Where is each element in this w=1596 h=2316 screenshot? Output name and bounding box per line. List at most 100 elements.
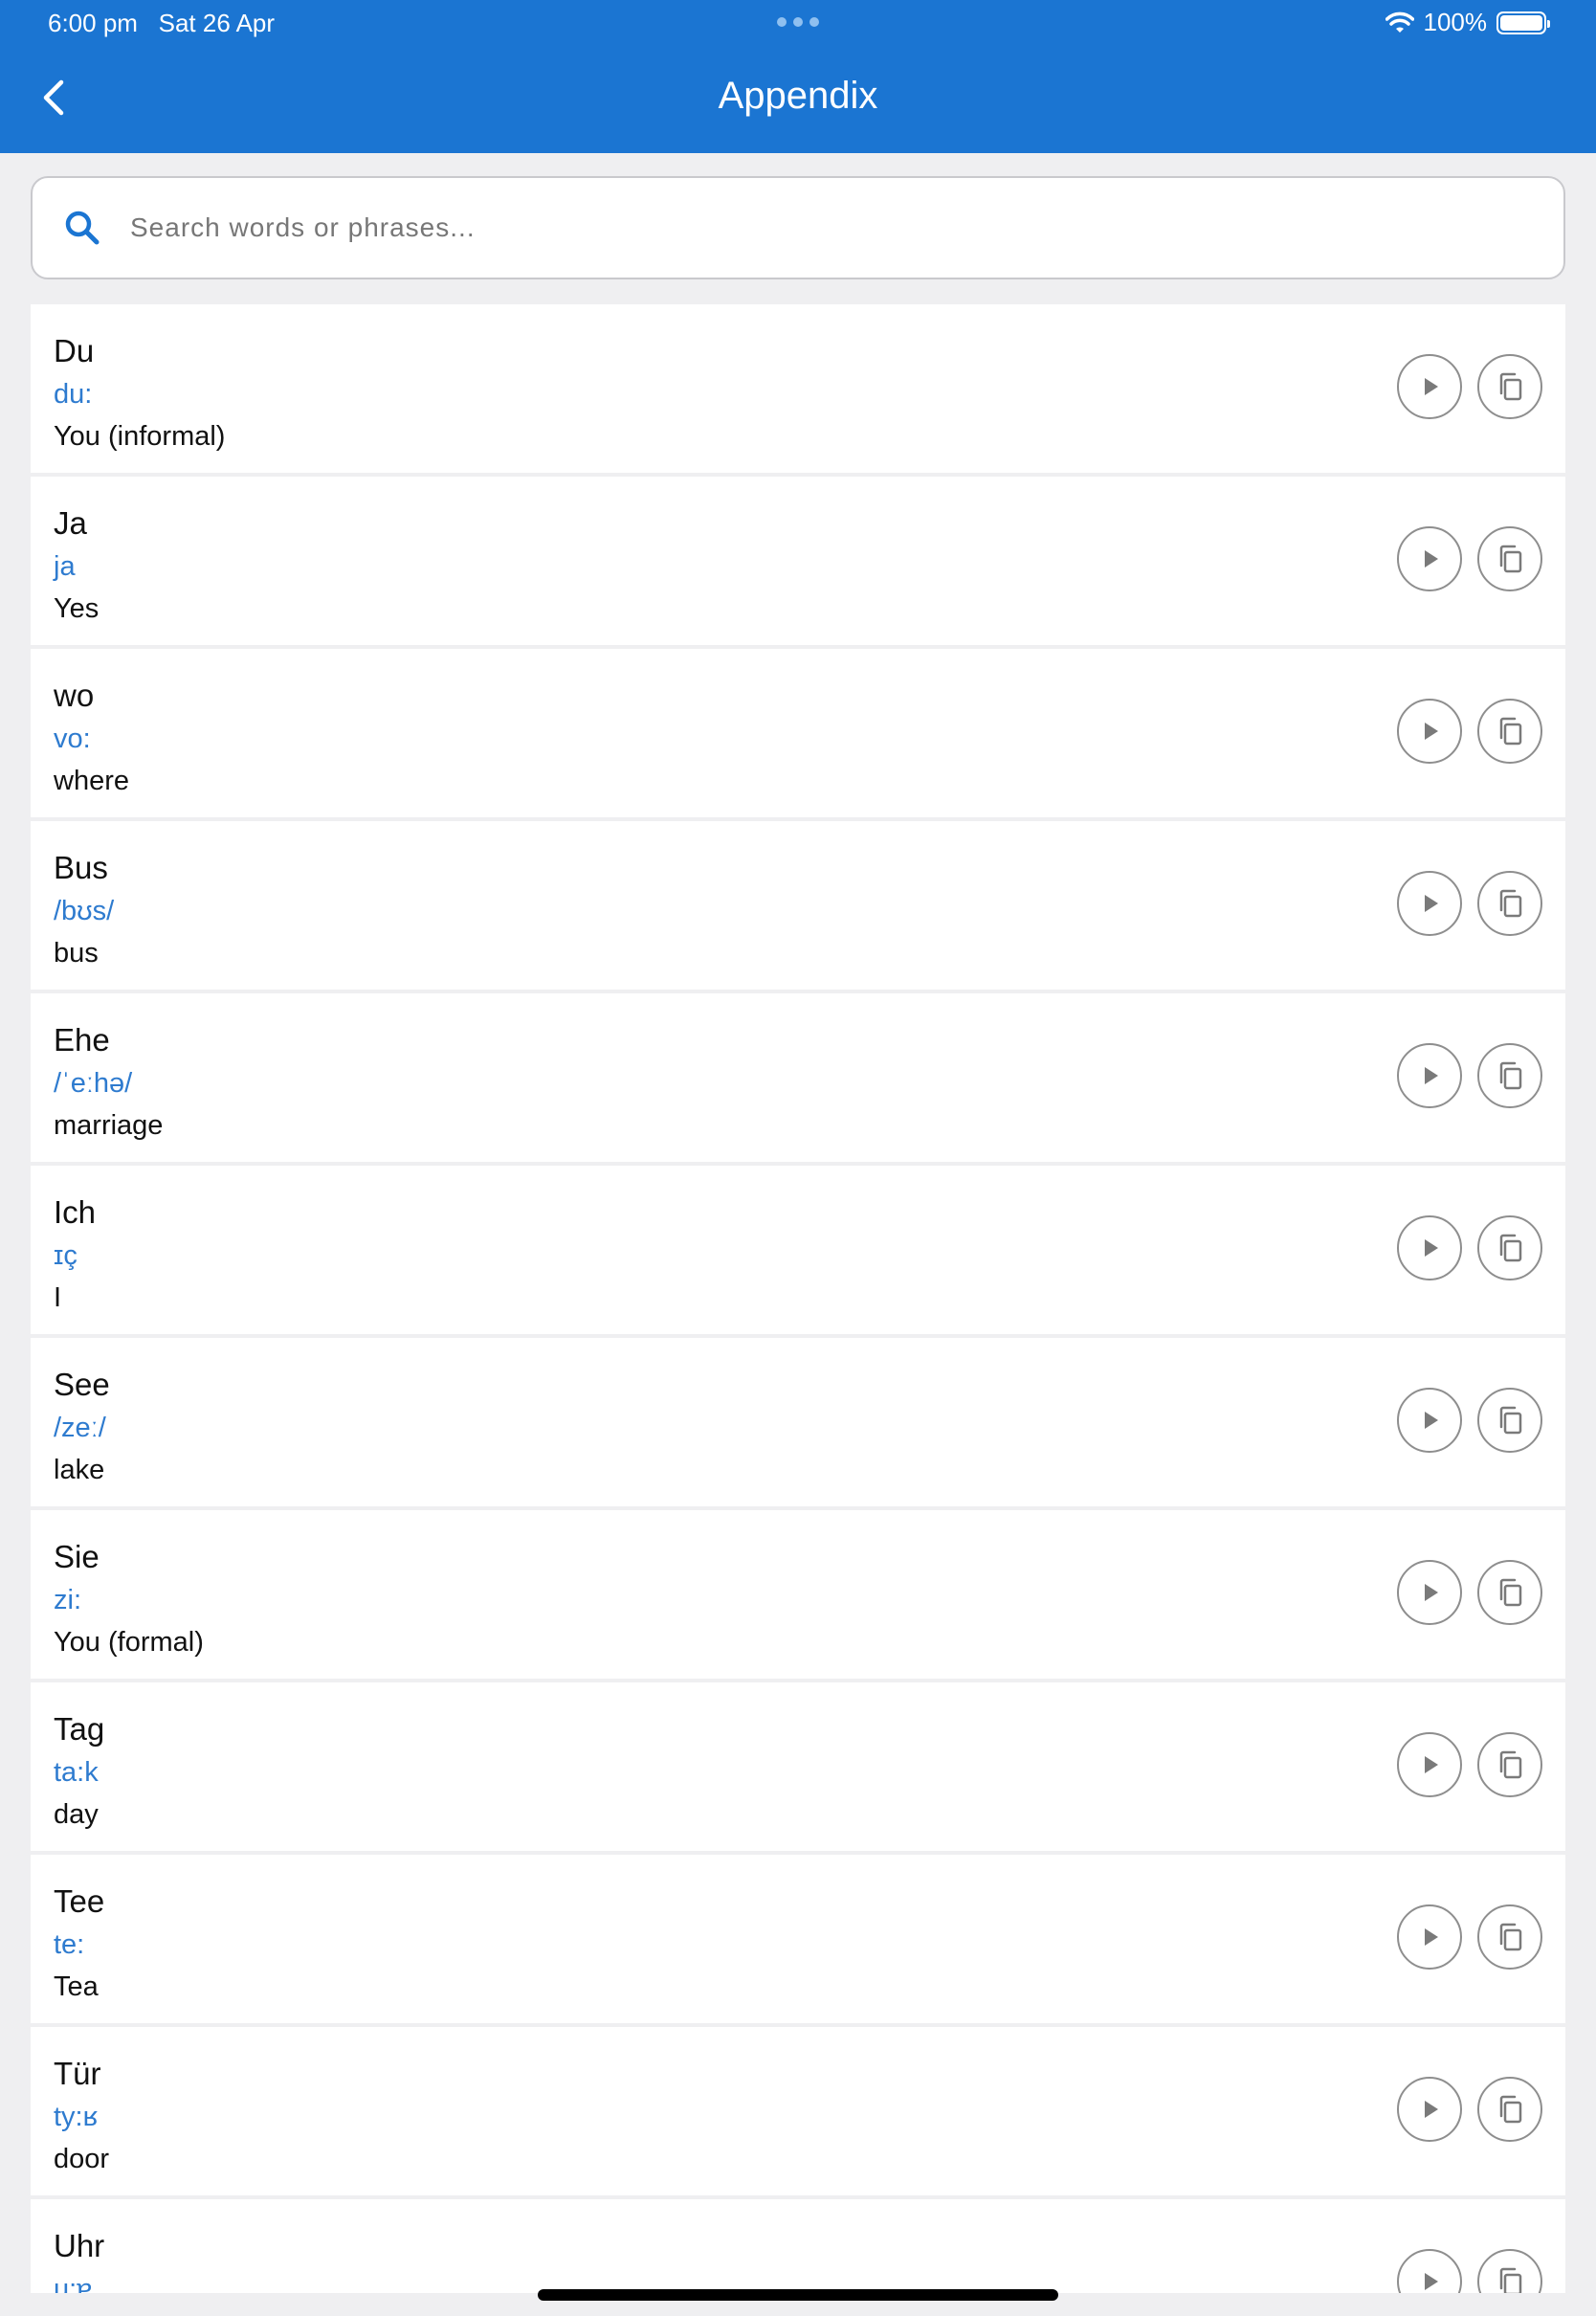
list-item[interactable]: Ich ɪç I	[31, 1166, 1565, 1338]
meaning-text: Yes	[54, 593, 100, 624]
word-text: See	[54, 1367, 110, 1402]
play-button[interactable]	[1397, 1388, 1462, 1453]
play-button[interactable]	[1397, 526, 1462, 591]
search-bar	[31, 176, 1565, 279]
list-item[interactable]: Bus /bʊs/ bus	[31, 821, 1565, 993]
word-text: Ehe	[54, 1022, 110, 1058]
copy-icon	[1499, 1750, 1522, 1779]
copy-icon	[1499, 717, 1522, 746]
copy-icon	[1499, 2095, 1522, 2124]
multitasking-dots-icon[interactable]	[777, 17, 819, 27]
copy-icon	[1499, 372, 1522, 401]
list-item[interactable]: Tee te: Tea	[31, 1855, 1565, 2027]
list-item[interactable]: See /zeː/ lake	[31, 1338, 1565, 1510]
copy-icon	[1499, 1923, 1522, 1951]
copy-button[interactable]	[1477, 526, 1542, 591]
search-input[interactable]	[130, 212, 1470, 243]
meaning-text: Tea	[54, 1971, 99, 2002]
word-text: Uhr	[54, 2228, 105, 2263]
play-button[interactable]	[1397, 1732, 1462, 1797]
word-text: Sie	[54, 1539, 100, 1574]
word-text: Ich	[54, 1194, 97, 1230]
play-icon	[1425, 895, 1438, 912]
copy-button[interactable]	[1477, 1732, 1542, 1797]
ipa-text: /bʊs/	[54, 896, 115, 926]
copy-button[interactable]	[1477, 1388, 1542, 1453]
list-item[interactable]: Tür ty:ʁ door	[31, 2027, 1565, 2199]
word-text: Tee	[54, 1883, 105, 1919]
copy-icon	[1499, 1234, 1522, 1262]
play-button[interactable]	[1397, 2077, 1462, 2142]
copy-button[interactable]	[1477, 354, 1542, 419]
list-item[interactable]: Ja ja Yes	[31, 477, 1565, 649]
meaning-text: where	[54, 766, 129, 796]
word-text: Tür	[54, 2056, 101, 2091]
play-icon	[1425, 1412, 1438, 1429]
word-text: Du	[54, 333, 95, 368]
meaning-text: You (informal)	[54, 421, 226, 452]
word-text: wo	[54, 678, 95, 713]
play-button[interactable]	[1397, 871, 1462, 936]
play-icon	[1425, 723, 1438, 740]
meaning-text: door	[54, 2144, 110, 2174]
copy-button[interactable]	[1477, 2249, 1542, 2293]
play-icon	[1425, 2273, 1438, 2290]
home-indicator[interactable]	[538, 2289, 1058, 2301]
copy-icon	[1499, 2267, 1522, 2293]
play-icon	[1425, 378, 1438, 395]
copy-icon	[1499, 1061, 1522, 1090]
play-button[interactable]	[1397, 2249, 1462, 2293]
ipa-text: du:	[54, 379, 93, 410]
copy-button[interactable]	[1477, 2077, 1542, 2142]
search-icon	[65, 211, 100, 245]
ipa-text: /zeː/	[54, 1413, 106, 1443]
play-button[interactable]	[1397, 1904, 1462, 1970]
word-list: Du du: You (informal) Ja ja Yes wo vo: w…	[31, 304, 1565, 2293]
play-icon	[1425, 1239, 1438, 1257]
play-icon	[1425, 2101, 1438, 2118]
word-text: Ja	[54, 505, 87, 541]
status-date-text: Sat 26 Apr	[158, 9, 276, 37]
ipa-text: te:	[54, 1929, 85, 1960]
ipa-text: vo:	[54, 724, 91, 754]
list-item[interactable]: Sie zi: You (formal)	[31, 1510, 1565, 1682]
play-icon	[1425, 1584, 1438, 1601]
word-text: Bus	[54, 850, 108, 885]
meaning-text: lake	[54, 1455, 105, 1485]
ipa-text: u:ɐ	[54, 2274, 93, 2293]
list-item[interactable]: Tag ta:k day	[31, 1682, 1565, 1855]
play-button[interactable]	[1397, 1043, 1462, 1108]
ipa-text: ɪç	[54, 1240, 78, 1271]
play-button[interactable]	[1397, 1215, 1462, 1280]
copy-icon	[1499, 1406, 1522, 1435]
list-item[interactable]: Ehe /ˈeːhə/ marriage	[31, 993, 1565, 1166]
copy-button[interactable]	[1477, 1560, 1542, 1625]
copy-button[interactable]	[1477, 1215, 1542, 1280]
ipa-text: /ˈeːhə/	[54, 1068, 133, 1099]
meaning-text: You (formal)	[54, 1627, 204, 1658]
meaning-text: marriage	[54, 1110, 164, 1141]
meaning-text: bus	[54, 938, 99, 969]
play-icon	[1425, 550, 1438, 568]
meaning-text: day	[54, 1799, 99, 1830]
play-button[interactable]	[1397, 699, 1462, 764]
copy-button[interactable]	[1477, 1904, 1542, 1970]
status-right: 100%	[1385, 8, 1550, 37]
play-button[interactable]	[1397, 1560, 1462, 1625]
copy-button[interactable]	[1477, 699, 1542, 764]
list-item[interactable]: Du du: You (informal)	[31, 304, 1565, 477]
meaning-text: I	[54, 1282, 62, 1313]
word-text: Tag	[54, 1711, 105, 1747]
play-button[interactable]	[1397, 354, 1462, 419]
copy-button[interactable]	[1477, 1043, 1542, 1108]
play-icon	[1425, 1928, 1438, 1946]
play-icon	[1425, 1067, 1438, 1084]
copy-button[interactable]	[1477, 871, 1542, 936]
copy-icon	[1499, 545, 1522, 573]
ipa-text: ty:ʁ	[54, 2102, 99, 2132]
list-item[interactable]: Uhr u:ɐ	[31, 2199, 1565, 2293]
ipa-text: ta:k	[54, 1757, 99, 1788]
play-icon	[1425, 1756, 1438, 1773]
wifi-icon	[1385, 11, 1414, 33]
list-item[interactable]: wo vo: where	[31, 649, 1565, 821]
